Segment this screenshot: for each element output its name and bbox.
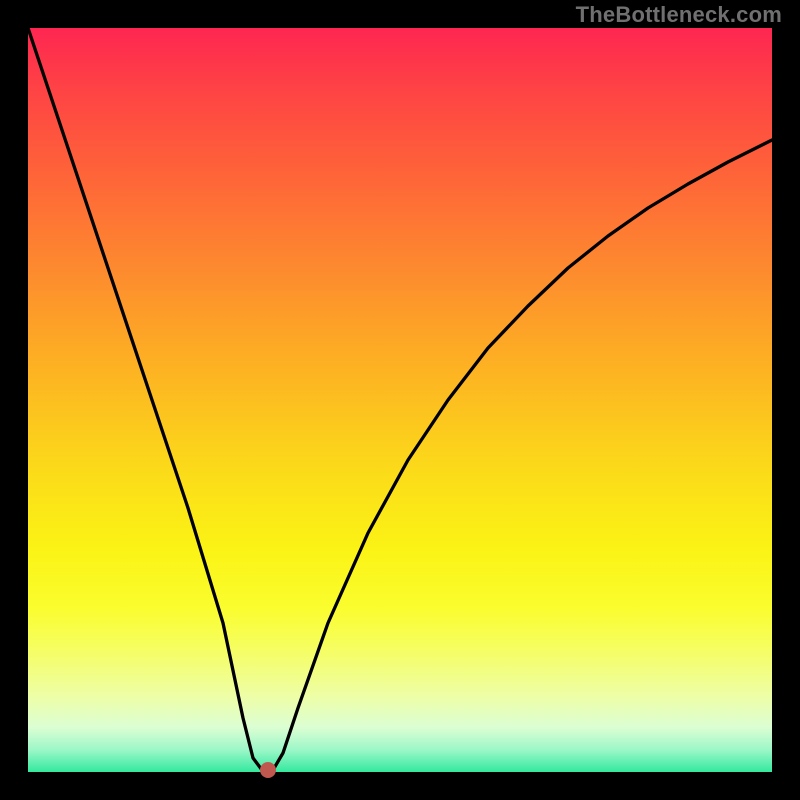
optimal-point-marker bbox=[260, 762, 276, 778]
plot-area bbox=[28, 28, 772, 772]
curve-path bbox=[28, 28, 772, 770]
bottleneck-curve bbox=[28, 28, 772, 772]
watermark-text: TheBottleneck.com bbox=[576, 2, 782, 28]
chart-frame: TheBottleneck.com bbox=[0, 0, 800, 800]
